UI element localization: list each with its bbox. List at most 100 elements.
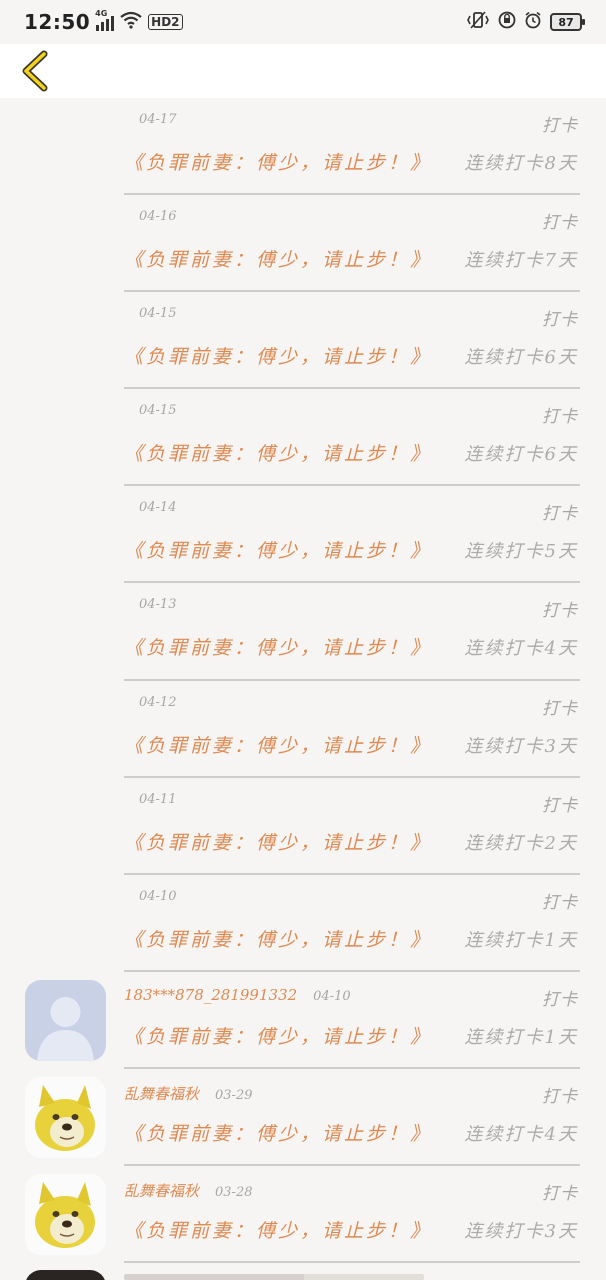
- book-title-link[interactable]: 《负罪前妻：傅少，请止步！》: [124, 633, 432, 660]
- checkin-label: 打卡: [542, 698, 578, 719]
- list-item[interactable]: 04-15 打卡《负罪前妻：傅少，请止步！》 连续打卡6天: [0, 292, 606, 390]
- chevron-left-icon: [22, 50, 48, 92]
- checkin-date: 04-17: [139, 112, 177, 127]
- partial-list-item: [0, 1268, 606, 1280]
- row-meta: 04-10: [139, 889, 176, 911]
- streak-count: 连续打卡7天: [464, 250, 578, 272]
- checkin-date: 04-15: [139, 306, 177, 322]
- row-meta: 04-17: [139, 112, 176, 134]
- streak-count: 连续打卡5天: [464, 541, 578, 563]
- book-title-link[interactable]: 《负罪前妻：傅少，请止步！》: [124, 148, 432, 175]
- avatar[interactable]: [25, 979, 106, 1061]
- list-item[interactable]: 04-10 打卡《负罪前妻：傅少，请止步！》 连续打卡1天: [0, 875, 606, 972]
- list-item[interactable]: 04-16 打卡《负罪前妻：傅少，请止步！》 连续打卡7天: [0, 195, 606, 293]
- checkin-date: 04-10: [139, 888, 177, 904]
- row-meta: 04-13: [139, 597, 176, 619]
- checkin-date: 04-11: [139, 791, 177, 807]
- status-bar: 12:50 4G HD2 87: [0, 0, 606, 44]
- checkin-label: 打卡: [542, 989, 578, 1010]
- list-item[interactable]: 04-11 打卡《负罪前妻：傅少，请止步！》 连续打卡2天: [0, 778, 606, 875]
- top-nav-bar: [0, 44, 606, 98]
- streak-count: 连续打卡6天: [464, 347, 578, 369]
- checkin-date: 04-14: [139, 500, 177, 516]
- list-item[interactable]: 乱舞春福秋 03-28 打卡《负罪前妻：傅少，请止步！》 连续打卡3天: [0, 1166, 606, 1264]
- checkin-label: 打卡: [542, 795, 578, 816]
- checkin-date: 03-29: [215, 1087, 253, 1103]
- book-title-link[interactable]: 《负罪前妻：傅少，请止步！》: [124, 828, 432, 855]
- checkin-label: 打卡: [542, 310, 578, 331]
- do-not-disturb-icon: [498, 11, 516, 33]
- status-right: 87: [466, 11, 585, 33]
- status-time: 12:50: [24, 10, 91, 34]
- checkin-label: 打卡: [542, 1086, 578, 1107]
- vibrate-icon: [466, 11, 490, 33]
- checkin-date: 04-10: [313, 988, 351, 1004]
- hd-icon: HD2: [148, 14, 183, 30]
- wifi-icon: [120, 11, 142, 33]
- streak-count: 连续打卡1天: [464, 1026, 578, 1048]
- book-title-link[interactable]: 《负罪前妻：傅少，请止步！》: [124, 439, 432, 466]
- row-meta: 04-14: [139, 500, 176, 522]
- row-meta: 04-16: [139, 209, 176, 231]
- avatar[interactable]: [25, 1174, 106, 1256]
- streak-count: 连续打卡8天: [464, 153, 578, 174]
- checkin-date: 04-16: [139, 209, 177, 225]
- streak-count: 连续打卡1天: [464, 929, 578, 951]
- list-item[interactable]: 04-12 打卡《负罪前妻：傅少，请止步！》 连续打卡3天: [0, 681, 606, 778]
- checkin-date: 04-15: [139, 403, 177, 419]
- list-item[interactable]: 04-15 打卡《负罪前妻：傅少，请止步！》 连续打卡6天: [0, 389, 606, 487]
- user-name[interactable]: 乱舞春福秋: [124, 1083, 199, 1104]
- book-title-link[interactable]: 《负罪前妻：傅少，请止步！》: [124, 342, 432, 369]
- checkin-label: 打卡: [542, 213, 578, 234]
- list-item[interactable]: 183***878_281991332 04-10 打卡《负罪前妻：傅少，请止步！》…: [0, 972, 606, 1069]
- battery-icon: 87: [550, 13, 585, 31]
- alarm-icon: [524, 11, 542, 33]
- row-meta: 04-15: [139, 306, 176, 328]
- row-content: 04-12 打卡《负罪前妻：傅少，请止步！》 连续打卡3天: [124, 681, 580, 778]
- streak-count: 连续打卡3天: [464, 735, 578, 757]
- book-title-link[interactable]: 《负罪前妻：傅少，请止步！》: [124, 1022, 432, 1049]
- book-title-link[interactable]: 《负罪前妻：傅少，请止步！》: [124, 1216, 432, 1243]
- avatar: [25, 1270, 106, 1280]
- checkin-label: 打卡: [542, 407, 578, 428]
- network-type: 4G: [95, 9, 108, 18]
- user-name[interactable]: 183***878_281991332: [124, 986, 297, 1004]
- checkin-label: 打卡: [542, 1184, 578, 1205]
- list-item[interactable]: 04-17 打卡《负罪前妻：傅少，请止步！》 连续打卡8天: [0, 98, 606, 196]
- user-name[interactable]: 乱舞春福秋: [124, 1180, 199, 1201]
- book-title-link[interactable]: 《负罪前妻：傅少，请止步！》: [124, 925, 432, 952]
- list-item[interactable]: 04-13 打卡《负罪前妻：傅少，请止步！》 连续打卡4天: [0, 583, 606, 681]
- book-title-link[interactable]: 《负罪前妻：傅少，请止步！》: [124, 245, 432, 272]
- streak-count: 连续打卡2天: [464, 832, 578, 854]
- list-item[interactable]: 乱舞春福秋 03-29 打卡《负罪前妻：傅少，请止步！》 连续打卡4天: [0, 1069, 606, 1167]
- checkin-label: 打卡: [542, 601, 578, 622]
- list-item[interactable]: 04-14 打卡《负罪前妻：傅少，请止步！》 连续打卡5天: [0, 486, 606, 584]
- streak-count: 连续打卡4天: [464, 1123, 578, 1145]
- row-content: 04-16 打卡《负罪前妻：傅少，请止步！》 连续打卡7天: [124, 195, 580, 293]
- row-content: 04-15 打卡《负罪前妻：傅少，请止步！》 连续打卡6天: [124, 389, 580, 487]
- partial-row-text: [124, 1274, 424, 1280]
- signal-icon: 4G: [95, 9, 115, 31]
- row-meta: 04-12: [139, 695, 176, 717]
- checkin-date: 04-13: [139, 597, 177, 613]
- book-title-link[interactable]: 《负罪前妻：傅少，请止步！》: [124, 536, 432, 563]
- back-button[interactable]: [12, 48, 58, 94]
- row-meta: 183***878_281991332 04-10: [124, 986, 351, 1008]
- row-meta: 乱舞春福秋 03-28: [124, 1180, 253, 1202]
- book-title-link[interactable]: 《负罪前妻：傅少，请止步！》: [124, 731, 432, 758]
- row-content: 04-14 打卡《负罪前妻：傅少，请止步！》 连续打卡5天: [124, 486, 580, 584]
- checkin-date: 03-28: [215, 1185, 253, 1201]
- avatar[interactable]: [25, 1076, 106, 1158]
- row-content: 04-13 打卡《负罪前妻：傅少，请止步！》 连续打卡4天: [124, 583, 580, 681]
- checkin-list[interactable]: 04-17 打卡 《负罪前妻：傅少，请止步！》 连续打卡8天 04-16 打卡 《负罪前妻：…: [0, 98, 606, 1264]
- streak-count: 连续打卡3天: [464, 1221, 578, 1243]
- checkin-label: 打卡: [542, 504, 578, 525]
- checkin-label: 打卡: [542, 892, 578, 913]
- book-title-link[interactable]: 《负罪前妻：傅少，请止步！》: [124, 1119, 432, 1146]
- checkin-label: 打卡: [542, 116, 578, 136]
- streak-count: 连续打卡4天: [464, 638, 578, 660]
- row-content: 183***878_281991332 04-10 打卡《负罪前妻：傅少，请止步！》…: [124, 972, 580, 1069]
- row-content: 04-10 打卡《负罪前妻：傅少，请止步！》 连续打卡1天: [124, 875, 580, 972]
- row-meta: 乱舞春福秋 03-29: [124, 1083, 253, 1105]
- streak-count: 连续打卡6天: [464, 444, 578, 466]
